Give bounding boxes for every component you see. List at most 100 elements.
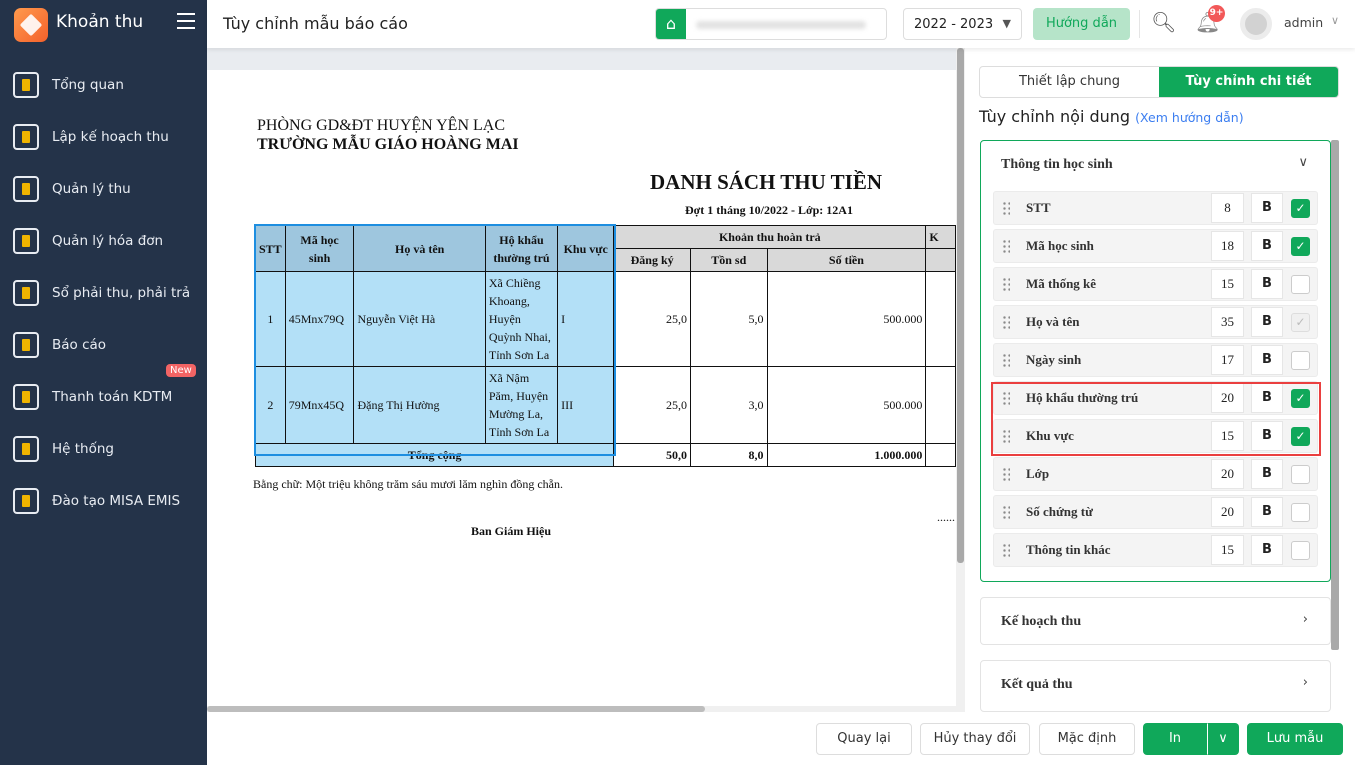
chevron-down-icon[interactable]: ∨	[1331, 14, 1339, 27]
column-width-input[interactable]: 20	[1211, 459, 1244, 489]
signature-label: Ban Giám Hiệu	[471, 524, 552, 538]
sidebar-item-5[interactable]: Báo cáo	[0, 322, 207, 368]
drag-handle-icon[interactable]	[1002, 353, 1010, 367]
bold-toggle[interactable]: B	[1251, 383, 1283, 413]
field-row[interactable]: Lớp 20 B	[993, 457, 1318, 491]
show-checkbox[interactable]	[1291, 275, 1310, 294]
col-stt[interactable]: STT	[255, 225, 286, 272]
sidebar-item-8[interactable]: Đào tạo MISA EMIS	[0, 478, 207, 524]
drag-handle-icon[interactable]	[1002, 277, 1010, 291]
save-template-button[interactable]: Lưu mẫu	[1247, 723, 1343, 755]
panel-scrollbar[interactable]	[1331, 140, 1339, 650]
column-width-input[interactable]: 20	[1211, 383, 1244, 413]
field-name: Hộ khẩu thường trú	[1026, 390, 1139, 405]
hamburger-menu-icon[interactable]	[177, 13, 195, 29]
sidebar-item-6[interactable]: Thanh toán KDTM New	[0, 364, 207, 420]
new-badge: New	[166, 364, 196, 377]
bold-toggle[interactable]: B	[1251, 459, 1283, 489]
ledger-icon	[13, 280, 39, 306]
school-selector[interactable]: ⌂	[655, 8, 887, 40]
default-button[interactable]: Mặc định	[1039, 723, 1135, 755]
show-checkbox[interactable]	[1291, 351, 1310, 370]
field-row[interactable]: Ngày sinh 17 B	[993, 343, 1318, 377]
show-checkbox[interactable]	[1291, 541, 1310, 560]
col-ho-khau[interactable]: Hộ khẩu thường trú	[484, 225, 559, 272]
drag-handle-icon[interactable]	[1002, 543, 1010, 557]
drag-handle-icon[interactable]	[1002, 467, 1010, 481]
search-analytics-icon[interactable]: 🔍︎	[1151, 10, 1176, 34]
drag-handle-icon[interactable]	[1002, 201, 1010, 215]
avatar[interactable]	[1240, 8, 1272, 40]
column-width-input[interactable]: 15	[1211, 535, 1244, 565]
cancel-changes-button[interactable]: Hủy thay đổi	[920, 723, 1030, 755]
table-row: 2 79Mnx45Q Đặng Thị Hường Xã Nậm Păm, Huyện…	[255, 366, 956, 444]
back-button[interactable]: Quay lại	[816, 723, 912, 755]
show-checkbox[interactable]	[1291, 503, 1310, 522]
sidebar-item-0[interactable]: Tổng quan	[0, 62, 207, 108]
column-width-input[interactable]: 20	[1211, 497, 1244, 527]
print-options-chevron-icon[interactable]: ∨	[1207, 723, 1239, 755]
column-width-input[interactable]: 15	[1211, 421, 1244, 451]
sidebar-item-7[interactable]: Hệ thống	[0, 426, 207, 472]
bold-toggle[interactable]: B	[1251, 231, 1283, 261]
field-row[interactable]: Hộ khẩu thường trú 20 B ✓	[993, 381, 1318, 415]
drag-handle-icon[interactable]	[1002, 315, 1010, 329]
cell-stt: 1	[255, 271, 286, 367]
sidebar-item-4[interactable]: Sổ phải thu, phải trả	[0, 270, 207, 316]
vertical-scrollbar[interactable]	[956, 48, 965, 706]
col-ten[interactable]: Họ và tên	[353, 225, 486, 272]
column-width-input[interactable]: 8	[1211, 193, 1244, 223]
group-plan[interactable]: Kế hoạch thu ›	[980, 597, 1331, 645]
show-checkbox[interactable]: ✓	[1291, 313, 1310, 332]
tab-general[interactable]: Thiết lập chung	[980, 67, 1159, 97]
group-result[interactable]: Kết quả thu ›	[980, 660, 1331, 712]
field-row[interactable]: Mã học sinh 18 B ✓	[993, 229, 1318, 263]
col-group-hoan-tra: Khoản thu hoàn trả	[613, 225, 927, 249]
field-row[interactable]: Số chứng từ 20 B	[993, 495, 1318, 529]
section-title: Tùy chỉnh nội dung (Xem hướng dẫn)	[979, 107, 1244, 126]
chevron-down-icon[interactable]: ∨	[1298, 155, 1308, 170]
print-button[interactable]: In	[1143, 723, 1207, 755]
bold-toggle[interactable]: B	[1251, 269, 1283, 299]
drag-handle-icon[interactable]	[1002, 239, 1010, 253]
field-row[interactable]: Thông tin khác 15 B	[993, 533, 1318, 567]
bold-toggle[interactable]: B	[1251, 345, 1283, 375]
show-checkbox[interactable]: ✓	[1291, 199, 1310, 218]
chevron-right-icon: ›	[1302, 675, 1308, 690]
show-checkbox[interactable]: ✓	[1291, 427, 1310, 446]
bold-toggle[interactable]: B	[1251, 193, 1283, 223]
group-title[interactable]: Thông tin học sinh	[1001, 157, 1113, 173]
total-next	[925, 443, 956, 467]
drag-handle-icon[interactable]	[1002, 429, 1010, 443]
field-row[interactable]: Mã thống kê 15 B	[993, 267, 1318, 301]
bold-toggle[interactable]: B	[1251, 497, 1283, 527]
tab-detail[interactable]: Tùy chỉnh chi tiết	[1159, 67, 1338, 97]
guide-button[interactable]: Hướng dẫn	[1033, 8, 1130, 40]
bold-toggle[interactable]: B	[1251, 421, 1283, 451]
field-row[interactable]: STT 8 B ✓	[993, 191, 1318, 225]
school-year-select[interactable]: 2022 - 2023 ▼	[903, 8, 1022, 40]
cell-ma: 45Mnx79Q	[284, 271, 355, 367]
bold-toggle[interactable]: B	[1251, 535, 1283, 565]
bold-toggle[interactable]: B	[1251, 307, 1283, 337]
field-row[interactable]: Khu vực 15 B ✓	[993, 419, 1318, 453]
show-checkbox[interactable]: ✓	[1291, 389, 1310, 408]
sidebar-item-2[interactable]: Quản lý thu	[0, 166, 207, 212]
drag-handle-icon[interactable]	[1002, 391, 1010, 405]
field-name: Lớp	[1026, 466, 1050, 481]
guide-link[interactable]: (Xem hướng dẫn)	[1135, 110, 1243, 125]
field-row[interactable]: Họ và tên 35 B ✓	[993, 305, 1318, 339]
sidebar-item-1[interactable]: Lập kế hoạch thu	[0, 114, 207, 160]
show-checkbox[interactable]	[1291, 465, 1310, 484]
sidebar-item-3[interactable]: Quản lý hóa đơn	[0, 218, 207, 264]
col-khu-vuc[interactable]: Khu vực	[557, 225, 615, 272]
col-ma[interactable]: Mã học sinh	[284, 225, 355, 272]
column-width-input[interactable]: 15	[1211, 269, 1244, 299]
column-width-input[interactable]: 35	[1211, 307, 1244, 337]
app-logo	[14, 8, 48, 42]
drag-handle-icon[interactable]	[1002, 505, 1010, 519]
column-width-input[interactable]: 17	[1211, 345, 1244, 375]
column-width-input[interactable]: 18	[1211, 231, 1244, 261]
user-name[interactable]: admin	[1284, 15, 1323, 30]
show-checkbox[interactable]: ✓	[1291, 237, 1310, 256]
